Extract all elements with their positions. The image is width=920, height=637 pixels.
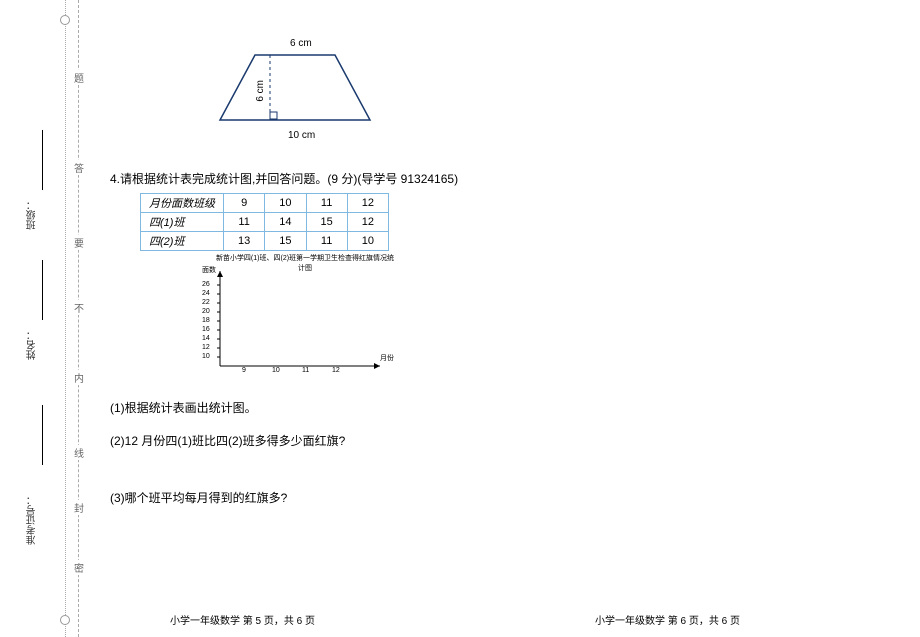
table-cell: 四(1)班 <box>141 213 224 232</box>
table-cell: 12 <box>347 194 388 213</box>
trapezoid-svg <box>210 40 390 130</box>
margin-char-da: 答 <box>74 160 84 175</box>
table-row: 四(2)班 13 15 11 10 <box>141 232 389 251</box>
footer-left-page: 小学一年级数学 第 5 页，共 6 页 <box>170 612 315 627</box>
question-4-text: 4.请根据统计表完成统计图,并回答问题。(9 分)(导学号 91324165) <box>110 170 470 187</box>
table-cell: 四(2)班 <box>141 232 224 251</box>
label-zhunkao: 准考证号： <box>25 495 40 545</box>
margin-char-yao: 要 <box>74 235 84 250</box>
line-xingming <box>42 260 43 320</box>
trapezoid-height-dim: 6 cm <box>255 80 266 102</box>
ytick: 14 <box>202 335 210 342</box>
ytick: 16 <box>202 326 210 333</box>
margin-char-ti: 题 <box>74 70 84 85</box>
ytick: 26 <box>202 281 210 288</box>
table-cell: 9 <box>224 194 265 213</box>
table-cell: 13 <box>224 232 265 251</box>
table-cell: 月份面数班级 <box>141 194 224 213</box>
table-cell: 11 <box>306 194 347 213</box>
ytick: 10 <box>202 353 210 360</box>
table-cell: 11 <box>306 232 347 251</box>
xtick: 12 <box>332 367 340 374</box>
ytick: 12 <box>202 344 210 351</box>
ytick: 22 <box>202 299 210 306</box>
table-cell: 12 <box>347 213 388 232</box>
label-xingming: 姓名： <box>25 330 40 360</box>
chart-ylabel: 面数 <box>202 265 216 275</box>
table-cell: 14 <box>265 213 306 232</box>
trapezoid-top-dim: 6 cm <box>290 38 312 49</box>
xtick: 10 <box>272 367 280 374</box>
xtick: 9 <box>242 367 246 374</box>
line-banji <box>42 130 43 190</box>
chart-axes-svg <box>215 271 395 371</box>
statistics-table: 月份面数班级 9 10 11 12 四(1)班 11 14 15 12 四(2)… <box>140 193 389 251</box>
trapezoid-figure: 6 cm 10 cm 6 cm <box>210 40 410 140</box>
content-area: 6 cm 10 cm 6 cm 4.请根据统计表完成统计图,并回答问题。(9 分… <box>110 40 470 522</box>
punch-hole-top <box>60 15 70 25</box>
trapezoid-bottom-dim: 10 cm <box>288 130 315 141</box>
question-4-2: (2)12 月份四(1)班比四(2)班多得多少面红旗? <box>110 432 470 449</box>
margin-char-bu: 不 <box>74 300 84 315</box>
footer-right-page: 小学一年级数学 第 6 页，共 6 页 <box>595 612 740 627</box>
punch-hole-bottom <box>60 615 70 625</box>
margin-char-mi: 密 <box>74 560 84 575</box>
margin-char-nei: 内 <box>74 370 84 385</box>
binding-margin: 班级： 姓名： 准考证号： 题 答 要 不 内 线 封 密 <box>0 0 95 637</box>
ytick: 18 <box>202 317 210 324</box>
xtick: 11 <box>302 367 309 374</box>
table-row: 四(1)班 11 14 15 12 <box>141 213 389 232</box>
chart-xlabel: 月份 <box>380 353 394 363</box>
table-cell: 10 <box>265 194 306 213</box>
margin-char-xian: 线 <box>74 445 84 460</box>
question-4-1: (1)根据统计表画出统计图。 <box>110 399 470 416</box>
question-4-3: (3)哪个班平均每月得到的红旗多? <box>110 489 470 506</box>
table-cell: 10 <box>347 232 388 251</box>
ytick: 24 <box>202 290 210 297</box>
label-banji: 班级： <box>25 200 40 230</box>
table-cell: 11 <box>224 213 265 232</box>
binding-dotted-line <box>65 0 66 637</box>
table-cell: 15 <box>306 213 347 232</box>
bar-chart: 新苗小学四(1)班、四(2)班第一学期卫生检查得红旗情况统计图 面数 26 24… <box>190 253 420 383</box>
ytick: 20 <box>202 308 210 315</box>
margin-char-feng: 封 <box>74 500 84 515</box>
table-cell: 15 <box>265 232 306 251</box>
chart-title: 新苗小学四(1)班、四(2)班第一学期卫生检查得红旗情况统计图 <box>215 253 395 273</box>
line-zhunkao <box>42 405 43 465</box>
table-header-row: 月份面数班级 9 10 11 12 <box>141 194 389 213</box>
inner-dashed-line <box>78 0 79 637</box>
